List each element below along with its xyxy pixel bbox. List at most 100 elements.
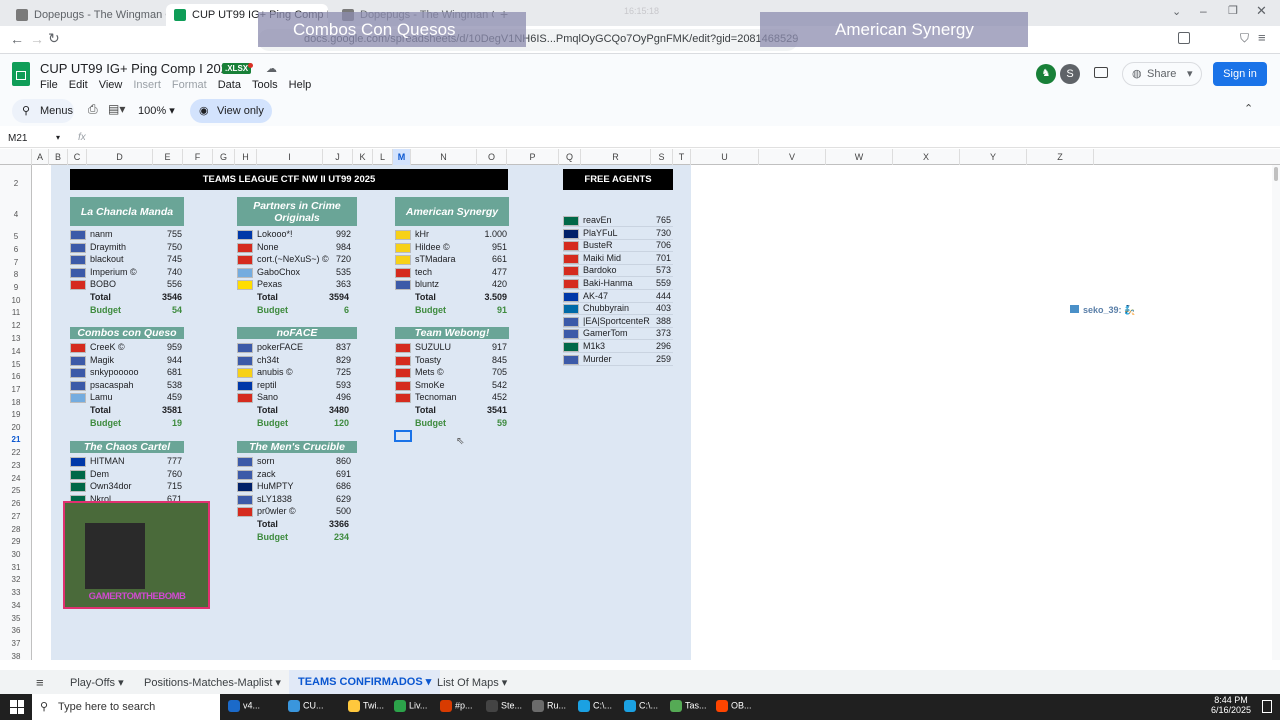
column-header[interactable]: A (32, 149, 49, 165)
close-window-icon[interactable]: ✕ (1256, 3, 1267, 19)
chevron-down-icon[interactable]: ⌄ (1172, 5, 1181, 18)
sheet-tab-list-of-maps[interactable]: List Of Maps ▾ (437, 674, 507, 692)
column-header[interactable]: L (373, 149, 393, 165)
sheet-tab-positions[interactable]: Positions-Matches-Maplist ▾ (144, 674, 281, 692)
windows-start-icon[interactable] (10, 700, 24, 714)
menu-tools[interactable]: Tools (252, 79, 278, 91)
print-icon[interactable]: ⎙ (88, 102, 98, 117)
row-header[interactable]: 14 (0, 347, 32, 356)
collapse-icon[interactable]: ⌃ (1244, 102, 1253, 115)
doc-title[interactable]: CUP UT99 IG+ Ping Comp I 2025 (40, 61, 235, 76)
menus-search-button[interactable]: ⚲ Menus (12, 99, 74, 123)
column-header[interactable]: E (153, 149, 183, 165)
row-header[interactable]: 17 (0, 385, 32, 394)
reload-icon[interactable]: ↻ (48, 30, 60, 47)
browser-tab-1[interactable]: Dopepugs - The Wingman Cup (8, 4, 166, 26)
menu-edit[interactable]: Edit (69, 79, 88, 91)
row-header[interactable]: 9 (0, 283, 32, 292)
row-header[interactable]: 24 (0, 474, 32, 483)
row-header[interactable]: 2 (0, 179, 32, 188)
column-header[interactable]: D (87, 149, 153, 165)
column-header[interactable]: M (393, 149, 411, 165)
column-header[interactable]: I (257, 149, 323, 165)
row-header[interactable]: 23 (0, 461, 32, 470)
row-header[interactable]: 35 (0, 614, 32, 623)
sheets-logo-icon[interactable] (12, 62, 30, 86)
row-header[interactable]: 30 (0, 550, 32, 559)
taskbar-app[interactable]: v4... (228, 700, 260, 712)
menu-view[interactable]: View (99, 79, 123, 91)
row-header[interactable]: 5 (0, 232, 32, 241)
share-button[interactable]: Share ▾ ◍ (1122, 62, 1202, 86)
column-header[interactable]: O (477, 149, 507, 165)
taskbar-app[interactable]: Twi... (348, 700, 384, 712)
taskbar-app[interactable]: Ste... (486, 700, 522, 712)
selected-cell-m21[interactable] (394, 430, 412, 442)
select-all-corner[interactable] (0, 149, 32, 165)
row-header[interactable]: 21 (0, 435, 32, 444)
row-header[interactable]: 11 (0, 308, 32, 317)
row-header[interactable]: 26 (0, 499, 32, 508)
row-header[interactable]: 37 (0, 639, 32, 648)
back-icon[interactable]: ← (10, 31, 24, 47)
row-header[interactable]: 28 (0, 525, 32, 534)
row-header[interactable]: 34 (0, 601, 32, 610)
name-box-chevron-icon[interactable]: ▾ (56, 133, 60, 142)
row-header[interactable]: 12 (0, 321, 32, 330)
row-header[interactable]: 27 (0, 512, 32, 521)
row-header[interactable]: 29 (0, 537, 32, 546)
row-header[interactable]: 16 (0, 372, 32, 381)
user-chip-icon[interactable]: ♞ (1036, 64, 1056, 84)
taskbar-app[interactable]: OB... (716, 700, 752, 712)
taskbar-app[interactable]: Ru... (532, 700, 566, 712)
menu-insert[interactable]: Insert (133, 79, 161, 91)
row-header[interactable]: 22 (0, 448, 32, 457)
scroll-thumb[interactable] (1274, 167, 1278, 181)
column-header[interactable]: S (651, 149, 673, 165)
row-header[interactable]: 31 (0, 563, 32, 572)
row-header[interactable]: 38 (0, 652, 32, 661)
row-header[interactable]: 36 (0, 626, 32, 635)
row-header[interactable]: 32 (0, 575, 32, 584)
menu-file[interactable]: File (40, 79, 58, 91)
column-header[interactable]: J (323, 149, 353, 165)
sidebar-icon[interactable] (1178, 32, 1190, 44)
taskbar-app[interactable]: Tas... (670, 700, 707, 712)
zoom-select[interactable]: 100% ▾ (138, 104, 175, 117)
menu-data[interactable]: Data (218, 79, 241, 91)
shield-icon[interactable]: ⛉ (1240, 31, 1249, 46)
taskbar-app[interactable]: C:\... (624, 700, 658, 712)
column-header[interactable]: Z (1027, 149, 1094, 165)
browser-menu-icon[interactable]: ≡ (1258, 30, 1266, 45)
forward-icon[interactable]: → (30, 31, 44, 47)
row-header[interactable]: 18 (0, 398, 32, 407)
column-header[interactable]: B (49, 149, 68, 165)
row-header[interactable]: 15 (0, 360, 32, 369)
row-header[interactable]: 20 (0, 423, 32, 432)
column-header[interactable]: U (691, 149, 759, 165)
row-header[interactable]: 25 (0, 486, 32, 495)
column-header[interactable]: Q (559, 149, 581, 165)
column-header[interactable]: P (507, 149, 559, 165)
comments-icon[interactable] (1094, 67, 1108, 78)
row-header[interactable]: 10 (0, 296, 32, 305)
maximize-icon[interactable]: ❐ (1228, 4, 1238, 17)
column-header[interactable]: X (893, 149, 960, 165)
notification-icon[interactable] (1262, 700, 1272, 713)
row-header[interactable]: 4 (0, 210, 32, 219)
taskbar-clock[interactable]: 8:44 PM 6/16/2025 (1206, 695, 1256, 715)
all-sheets-icon[interactable]: ≡ (36, 675, 44, 690)
taskbar-app[interactable]: CU... (288, 700, 324, 712)
column-header[interactable]: V (759, 149, 826, 165)
column-header[interactable]: Y (960, 149, 1027, 165)
taskbar-app[interactable]: #p... (440, 700, 473, 712)
row-header[interactable]: 7 (0, 258, 32, 267)
column-header[interactable]: G (213, 149, 235, 165)
column-header[interactable]: T (673, 149, 691, 165)
column-header[interactable]: K (353, 149, 373, 165)
column-header[interactable]: N (411, 149, 477, 165)
taskbar-app[interactable]: Liv... (394, 700, 427, 712)
avatar[interactable]: S (1060, 64, 1080, 84)
sign-in-button[interactable]: Sign in (1213, 62, 1267, 86)
sheet-grid[interactable]: TEAMS LEAGUE CTF NW II UT99 2025 FREE AG… (32, 165, 1272, 660)
